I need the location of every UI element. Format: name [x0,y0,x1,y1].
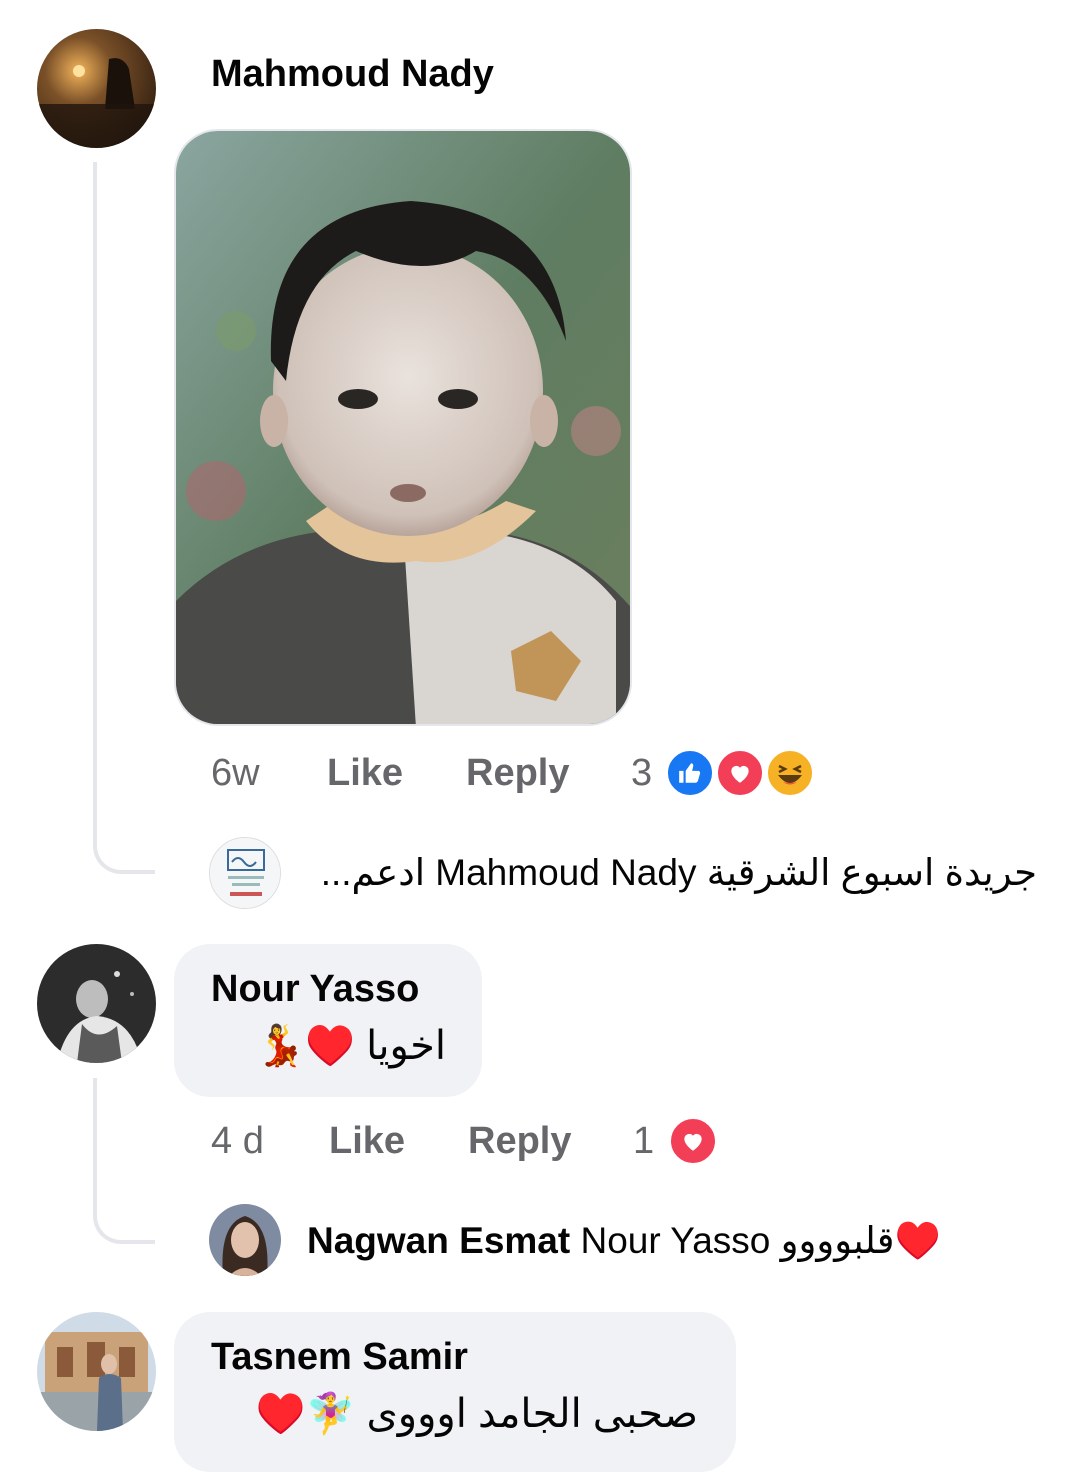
comment-text: اخويا ♥️💃 [255,1024,446,1068]
baby-photo-image [176,131,630,724]
love-icon[interactable] [715,748,765,798]
avatar-mahmoud-nady[interactable] [37,29,156,148]
comment-actions: 6w Like Reply 3 [211,748,831,802]
like-button[interactable]: Like [327,752,403,795]
avatar-newspaper[interactable] [209,837,281,909]
haha-icon[interactable] [765,748,815,798]
reply-preview-text: جريدة اسبوع الشرقية Mahmoud Nady ادعم... [320,852,1037,893]
thread-line [93,1078,155,1244]
thread-line [93,162,155,874]
comment-author[interactable]: Tasnem Samir [211,1336,468,1379]
reply-button[interactable]: Reply [466,752,569,795]
reply-preview-text: Nour Yasso قلبوووو♥️ [580,1220,941,1261]
reply-author[interactable]: Nagwan Esmat [307,1220,570,1261]
like-icon[interactable] [665,748,715,798]
comment-bubble[interactable]: Nour Yasso اخويا ♥️💃 [174,944,482,1097]
reaction-count[interactable]: 3 [631,752,652,795]
avatar-tasnem-samir[interactable] [37,1312,156,1431]
comment-time[interactable]: 6w [211,752,260,795]
reply-preview[interactable]: جريدة اسبوع الشرقية Mahmoud Nady ادعم... [307,851,1037,894]
comment-author[interactable]: Nour Yasso [211,968,419,1011]
comment-photo[interactable] [174,129,632,726]
comment-time[interactable]: 4 d [211,1120,264,1163]
love-icon[interactable] [668,1116,718,1166]
reply-button[interactable]: Reply [468,1120,571,1163]
avatar-nagwan-esmat[interactable] [209,1204,281,1276]
like-button[interactable]: Like [329,1120,405,1163]
comment-author[interactable]: Mahmoud Nady [211,53,494,96]
reaction-count[interactable]: 1 [633,1120,654,1163]
comment-bubble[interactable]: Tasnem Samir صحبى الجامد اوووى 🧚‍♀️♥️ [174,1312,736,1472]
reply-preview[interactable]: Nagwan Esmat Nour Yasso قلبوووو♥️ [307,1219,941,1263]
comment-text: صحبى الجامد اوووى 🧚‍♀️♥️ [255,1392,698,1436]
avatar-nour-yasso[interactable] [37,944,156,1063]
comment-actions: 4 d Like Reply 1 [211,1116,751,1170]
